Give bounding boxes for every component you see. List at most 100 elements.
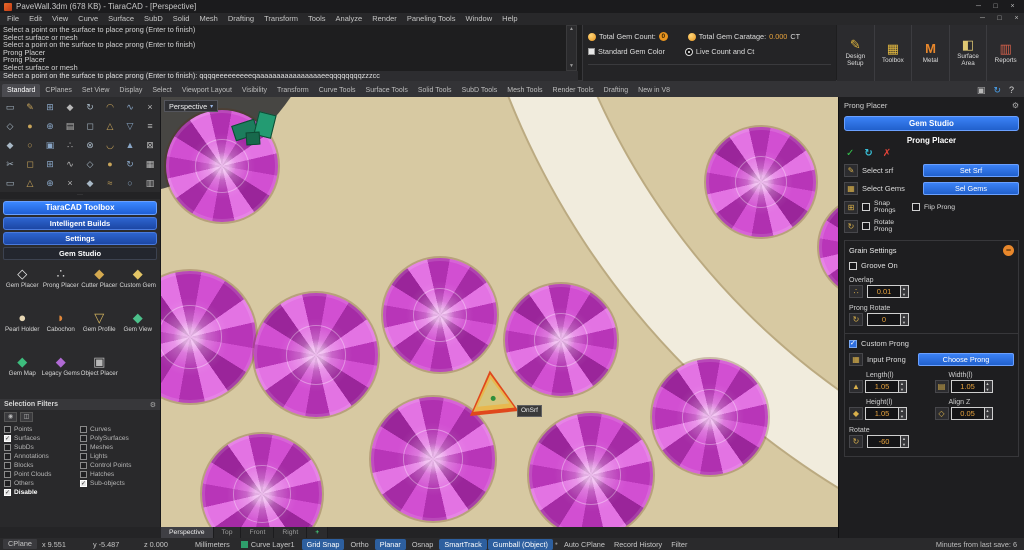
toolbar-tab-display[interactable]: Display [114, 84, 147, 97]
layer-indicator[interactable]: Curve Layer1 [241, 540, 295, 549]
help-icon[interactable]: ? [1009, 85, 1014, 95]
prong-rotate-value[interactable]: 0 [868, 314, 900, 325]
toolbar-tab-visibility[interactable]: Visibility [237, 84, 272, 97]
menu-help[interactable]: Help [497, 13, 522, 25]
toolbar-tab-transform[interactable]: Transform [272, 84, 314, 97]
tool-gem-view[interactable]: ◆Gem View [119, 307, 158, 351]
align-z-spinner[interactable]: 0.05 [951, 407, 993, 420]
toolbar-tab-solid-tools[interactable]: Solid Tools [413, 84, 457, 97]
custom-prong-checkbox[interactable] [849, 340, 857, 348]
palette-tool-35[interactable]: × [67, 178, 72, 188]
gem[interactable] [254, 293, 378, 417]
tool-gem-profile[interactable]: ▽Gem Profile [80, 307, 119, 351]
palette-tool-3[interactable]: ◆ [67, 102, 74, 112]
gem[interactable] [706, 127, 816, 237]
palette-tool-18[interactable]: ▣ [46, 140, 55, 150]
panel-gear-icon[interactable]: ⚙ [1012, 101, 1019, 110]
tool-gem-placer[interactable]: ◇Gem Placer [3, 263, 42, 307]
auto-cplane-button[interactable]: Auto CPlane [560, 540, 609, 549]
tool-cutter-placer[interactable]: ◆Cutter Placer [80, 263, 119, 307]
overlap-spinner[interactable]: 0.01 [867, 285, 909, 298]
prong-placement-preview[interactable] [464, 366, 521, 417]
status-toggle-grid-snap[interactable]: Grid Snap [302, 539, 345, 550]
gem[interactable] [652, 359, 768, 475]
child-close-icon[interactable]: × [1009, 13, 1024, 25]
filter-curves[interactable]: Curves [80, 425, 156, 434]
prong-rotate-spinner[interactable]: 0 [867, 313, 909, 326]
viewport-tab-perspective[interactable]: Perspective [161, 527, 214, 538]
width-spinner[interactable]: 1.05 [951, 380, 993, 393]
filter-disable[interactable]: Disable [4, 488, 80, 497]
spinner-arrows[interactable] [900, 286, 908, 297]
spin-down-icon[interactable] [899, 414, 906, 420]
palette-tool-24[interactable]: ✂ [6, 159, 14, 169]
palette-tool-13[interactable]: △ [107, 121, 114, 131]
palette-tool-33[interactable]: △ [27, 178, 34, 188]
spin-down-icon[interactable] [899, 387, 906, 393]
toolbox-section-settings[interactable]: Settings [3, 232, 157, 245]
palette-tool-8[interactable]: ◇ [7, 121, 14, 131]
set-srf-button[interactable]: Set Srf [923, 164, 1019, 177]
toolbar-tab-new-in-v8[interactable]: New in V8 [633, 84, 675, 97]
units-label[interactable]: Millimeters [191, 540, 234, 549]
tool-legacy-gems[interactable]: ◆Legacy Gems [42, 351, 81, 395]
palette-tool-20[interactable]: ⊗ [86, 140, 94, 150]
palette-tool-6[interactable]: ∿ [126, 102, 134, 112]
quick-tool-toolbox[interactable]: ▦Toolbox [875, 25, 913, 81]
gem[interactable] [529, 413, 653, 527]
palette-tool-30[interactable]: ↻ [126, 159, 134, 169]
menu-tools[interactable]: Tools [303, 13, 331, 25]
status-toggle-smarttrack[interactable]: SmartTrack [439, 539, 486, 550]
toolbar-tab-select[interactable]: Select [147, 84, 176, 97]
filter-polysurfaces[interactable]: PolySurfaces [80, 434, 156, 443]
filter-point-clouds[interactable]: Point Clouds [4, 470, 80, 479]
palette-tool-39[interactable]: ▥ [146, 178, 155, 188]
palette-tool-7[interactable]: × [147, 102, 152, 112]
filter-quick-1[interactable]: ◫ [20, 412, 33, 422]
viewport-tab-right[interactable]: Right [274, 527, 307, 538]
cancel-icon[interactable]: ✗ [883, 148, 891, 159]
palette-tool-10[interactable]: ⊕ [46, 121, 54, 131]
status-toggle-planar[interactable]: Planar [375, 539, 406, 550]
menu-render[interactable]: Render [367, 13, 402, 25]
toolbar-tab-standard[interactable]: Standard [2, 84, 40, 97]
toolbar-tab-curve-tools[interactable]: Curve Tools [314, 84, 361, 97]
collapse-grain-button[interactable]: − [1003, 245, 1014, 256]
palette-tool-2[interactable]: ⊞ [46, 102, 54, 112]
filter-hatches[interactable]: Hatches [80, 470, 156, 479]
palette-tool-4[interactable]: ↻ [86, 102, 94, 112]
scroll-down-icon[interactable]: ▼ [569, 63, 574, 70]
standard-gem-color-checkbox[interactable] [588, 48, 595, 55]
palette-tool-12[interactable]: ◻ [86, 121, 93, 131]
choose-prong-button[interactable]: Choose Prong [918, 353, 1014, 366]
prong-cluster[interactable] [233, 113, 283, 155]
quick-tool-metal[interactable]: MMetal [912, 25, 950, 81]
palette-tool-19[interactable]: ∴ [67, 140, 73, 150]
gem-studio-header[interactable]: Gem Studio [3, 247, 157, 260]
quick-tool-reports[interactable]: ▥Reports [987, 25, 1024, 81]
child-minimize-icon[interactable]: ─ [975, 13, 990, 25]
palette-tool-11[interactable]: ▤ [66, 121, 75, 131]
quick-tool-design-setup[interactable]: ✎Design Setup [837, 25, 875, 81]
filter-points[interactable]: Points [4, 425, 80, 434]
toolbar-tab-render-tools[interactable]: Render Tools [548, 84, 599, 97]
viewport-tab-new[interactable]: + [307, 527, 328, 538]
filter-button[interactable]: Filter [667, 540, 691, 549]
palette-tool-36[interactable]: ◆ [87, 178, 94, 188]
palette-tool-25[interactable]: ◻ [26, 159, 33, 169]
gem-studio-button[interactable]: Gem Studio [844, 116, 1019, 131]
spinner-arrows[interactable] [984, 408, 992, 419]
snap-prongs-checkbox[interactable] [862, 203, 870, 211]
child-maximize-icon[interactable]: □ [992, 13, 1007, 25]
sel-gems-button[interactable]: Sel Gems [923, 182, 1019, 195]
cplane-button[interactable]: CPlane [3, 539, 37, 549]
viewport[interactable]: OnSrf Perspective ▾ [161, 97, 838, 527]
toolbar-tab-set-view[interactable]: Set View [77, 84, 115, 97]
gem[interactable] [505, 284, 617, 396]
filter-annotations[interactable]: Annotations [4, 452, 80, 461]
quick-tool-surface-area[interactable]: ◧Surface Area [950, 25, 988, 81]
toolbar-tab-viewport-layout[interactable]: Viewport Layout [177, 84, 237, 97]
toolbar-tab-cplanes[interactable]: CPlanes [40, 84, 76, 97]
filter-control-points[interactable]: Control Points [80, 461, 156, 470]
viewport-scene[interactable]: OnSrf Perspective ▾ [161, 97, 838, 527]
